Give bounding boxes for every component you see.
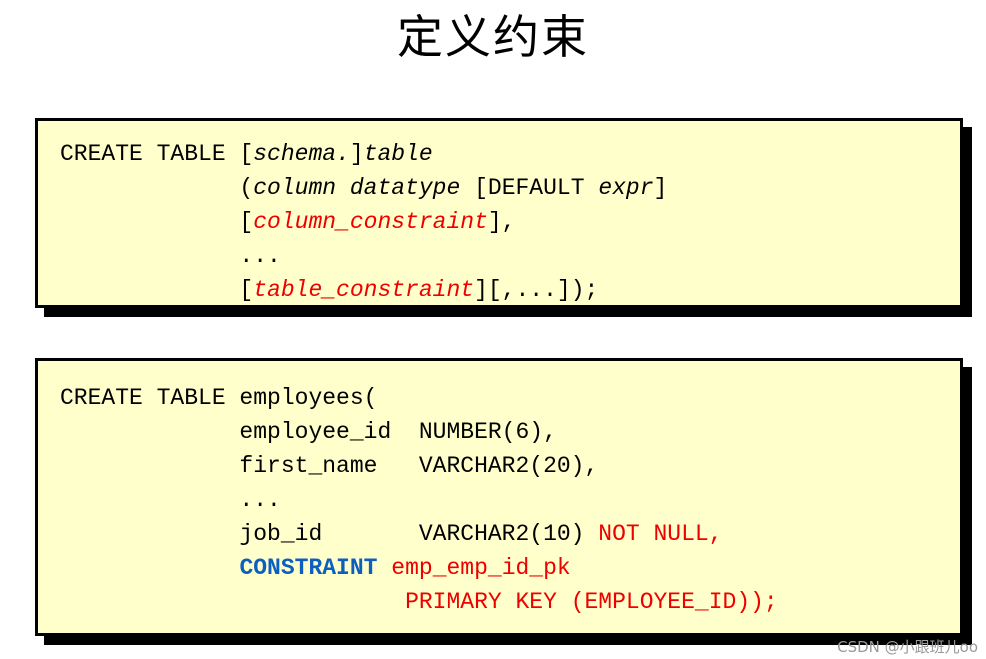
code-line: employee_id NUMBER(6), — [60, 415, 960, 449]
code-token: PRIMARY KEY (EMPLOYEE_ID)); — [405, 589, 778, 615]
code-line: PRIMARY KEY (EMPLOYEE_ID)); — [60, 585, 960, 619]
code-token: table_constraint — [253, 277, 475, 303]
code-line: CREATE TABLE [schema.]table — [60, 137, 960, 171]
code-token: schema. — [253, 141, 350, 167]
code-token: ( — [60, 175, 254, 201]
code-line: first_name VARCHAR2(20), — [60, 449, 960, 483]
code-token: [DEFAULT — [460, 175, 599, 201]
code-token: CONSTRAINT — [239, 555, 378, 581]
syntax-code-box: CREATE TABLE [schema.]table (column data… — [35, 118, 963, 308]
code-token: job_id VARCHAR2(10) — [60, 521, 599, 547]
syntax-code-block: CREATE TABLE [schema.]table (column data… — [38, 121, 960, 307]
code-token: CREATE TABLE — [60, 141, 240, 167]
example-code-block: CREATE TABLE employees( employee_id NUMB… — [38, 361, 960, 619]
code-token: NOT NULL, — [598, 521, 723, 547]
code-token: column_constraint — [253, 209, 488, 235]
code-token: CREATE TABLE employees( — [60, 385, 378, 411]
code-token: [ — [60, 277, 254, 303]
code-token: ][,...]); — [474, 277, 599, 303]
code-token: employee_id NUMBER(6), — [60, 419, 557, 445]
page-title: 定义约束 — [397, 10, 589, 64]
code-line: ... — [60, 239, 960, 273]
code-token: ] — [349, 141, 364, 167]
code-token: first_name VARCHAR2(20), — [60, 453, 599, 479]
code-line: CONSTRAINT emp_emp_id_pk — [60, 551, 960, 585]
code-token: table — [363, 141, 433, 167]
csdn-watermark: CSDN @小跟班儿oo — [837, 638, 978, 656]
code-token: ... — [60, 243, 281, 269]
code-token: ], — [487, 209, 516, 235]
code-token: column datatype — [253, 175, 461, 201]
code-token: expr — [598, 175, 654, 201]
code-token: ... — [60, 487, 281, 513]
code-line: ... — [60, 483, 960, 517]
code-line: (column datatype [DEFAULT expr] — [60, 171, 960, 205]
code-token: ] — [653, 175, 668, 201]
code-token: [ — [60, 209, 254, 235]
code-line: job_id VARCHAR2(10) NOT NULL, — [60, 517, 960, 551]
code-line: [column_constraint], — [60, 205, 960, 239]
code-token: [ — [239, 141, 254, 167]
code-line: CREATE TABLE employees( — [60, 381, 960, 415]
code-line: [table_constraint][,...]); — [60, 273, 960, 307]
code-token: emp_emp_id_pk — [391, 555, 571, 581]
example-code-box: CREATE TABLE employees( employee_id NUMB… — [35, 358, 963, 636]
